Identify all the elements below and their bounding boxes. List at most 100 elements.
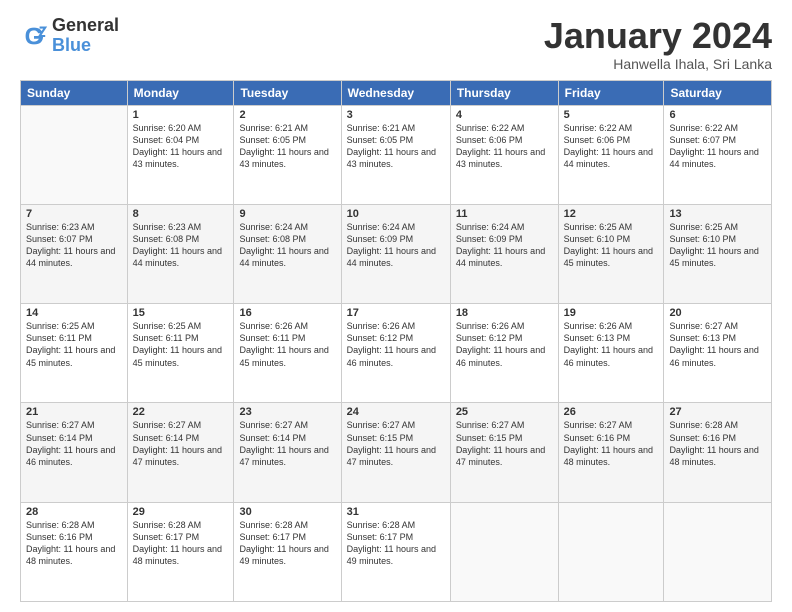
sunrise-text: Sunrise: 6:20 AM bbox=[133, 122, 229, 134]
sunset-text: Sunset: 6:05 PM bbox=[347, 134, 445, 146]
daylight-text: Daylight: 11 hours and 49 minutes. bbox=[347, 543, 445, 567]
cell-info: Sunrise: 6:24 AM Sunset: 6:09 PM Dayligh… bbox=[456, 221, 553, 270]
sunrise-text: Sunrise: 6:25 AM bbox=[133, 320, 229, 332]
table-row: 10 Sunrise: 6:24 AM Sunset: 6:09 PM Dayl… bbox=[341, 204, 450, 303]
logo: General Blue bbox=[20, 16, 119, 56]
sunset-text: Sunset: 6:11 PM bbox=[239, 332, 335, 344]
sunrise-text: Sunrise: 6:25 AM bbox=[669, 221, 766, 233]
day-number: 27 bbox=[669, 406, 766, 418]
table-row: 15 Sunrise: 6:25 AM Sunset: 6:11 PM Dayl… bbox=[127, 304, 234, 403]
daylight-text: Daylight: 11 hours and 44 minutes. bbox=[347, 245, 445, 269]
table-row: 27 Sunrise: 6:28 AM Sunset: 6:16 PM Dayl… bbox=[664, 403, 772, 502]
day-number: 6 bbox=[669, 109, 766, 121]
sunset-text: Sunset: 6:10 PM bbox=[564, 233, 659, 245]
cell-info: Sunrise: 6:22 AM Sunset: 6:06 PM Dayligh… bbox=[456, 122, 553, 171]
cell-info: Sunrise: 6:21 AM Sunset: 6:05 PM Dayligh… bbox=[347, 122, 445, 171]
table-row: 8 Sunrise: 6:23 AM Sunset: 6:08 PM Dayli… bbox=[127, 204, 234, 303]
day-number: 29 bbox=[133, 506, 229, 518]
daylight-text: Daylight: 11 hours and 44 minutes. bbox=[456, 245, 553, 269]
sunrise-text: Sunrise: 6:27 AM bbox=[239, 419, 335, 431]
calendar-week-row: 1 Sunrise: 6:20 AM Sunset: 6:04 PM Dayli… bbox=[21, 105, 772, 204]
cell-info: Sunrise: 6:25 AM Sunset: 6:10 PM Dayligh… bbox=[669, 221, 766, 270]
daylight-text: Daylight: 11 hours and 46 minutes. bbox=[347, 344, 445, 368]
sunset-text: Sunset: 6:05 PM bbox=[239, 134, 335, 146]
header-wednesday: Wednesday bbox=[341, 80, 450, 105]
day-number: 13 bbox=[669, 208, 766, 220]
day-number: 28 bbox=[26, 506, 122, 518]
sunset-text: Sunset: 6:13 PM bbox=[564, 332, 659, 344]
sunrise-text: Sunrise: 6:25 AM bbox=[26, 320, 122, 332]
logo-icon bbox=[20, 22, 48, 50]
table-row: 24 Sunrise: 6:27 AM Sunset: 6:15 PM Dayl… bbox=[341, 403, 450, 502]
sunrise-text: Sunrise: 6:24 AM bbox=[456, 221, 553, 233]
sunset-text: Sunset: 6:17 PM bbox=[347, 531, 445, 543]
daylight-text: Daylight: 11 hours and 47 minutes. bbox=[239, 444, 335, 468]
table-row: 25 Sunrise: 6:27 AM Sunset: 6:15 PM Dayl… bbox=[450, 403, 558, 502]
sunrise-text: Sunrise: 6:21 AM bbox=[239, 122, 335, 134]
sunrise-text: Sunrise: 6:22 AM bbox=[564, 122, 659, 134]
table-row: 4 Sunrise: 6:22 AM Sunset: 6:06 PM Dayli… bbox=[450, 105, 558, 204]
table-row: 2 Sunrise: 6:21 AM Sunset: 6:05 PM Dayli… bbox=[234, 105, 341, 204]
cell-info: Sunrise: 6:22 AM Sunset: 6:07 PM Dayligh… bbox=[669, 122, 766, 171]
daylight-text: Daylight: 11 hours and 43 minutes. bbox=[133, 146, 229, 170]
daylight-text: Daylight: 11 hours and 43 minutes. bbox=[456, 146, 553, 170]
calendar-week-row: 21 Sunrise: 6:27 AM Sunset: 6:14 PM Dayl… bbox=[21, 403, 772, 502]
daylight-text: Daylight: 11 hours and 45 minutes. bbox=[26, 344, 122, 368]
subtitle: Hanwella Ihala, Sri Lanka bbox=[544, 56, 772, 72]
day-number: 22 bbox=[133, 406, 229, 418]
sunset-text: Sunset: 6:14 PM bbox=[133, 432, 229, 444]
cell-info: Sunrise: 6:28 AM Sunset: 6:17 PM Dayligh… bbox=[239, 519, 335, 568]
table-row: 23 Sunrise: 6:27 AM Sunset: 6:14 PM Dayl… bbox=[234, 403, 341, 502]
sunset-text: Sunset: 6:06 PM bbox=[456, 134, 553, 146]
day-number: 9 bbox=[239, 208, 335, 220]
sunrise-text: Sunrise: 6:26 AM bbox=[564, 320, 659, 332]
page: General Blue January 2024 Hanwella Ihala… bbox=[0, 0, 792, 612]
day-number: 24 bbox=[347, 406, 445, 418]
table-row: 12 Sunrise: 6:25 AM Sunset: 6:10 PM Dayl… bbox=[558, 204, 664, 303]
day-number: 5 bbox=[564, 109, 659, 121]
table-row bbox=[664, 502, 772, 601]
table-row bbox=[558, 502, 664, 601]
table-row: 18 Sunrise: 6:26 AM Sunset: 6:12 PM Dayl… bbox=[450, 304, 558, 403]
cell-info: Sunrise: 6:27 AM Sunset: 6:13 PM Dayligh… bbox=[669, 320, 766, 369]
day-number: 7 bbox=[26, 208, 122, 220]
cell-info: Sunrise: 6:26 AM Sunset: 6:12 PM Dayligh… bbox=[456, 320, 553, 369]
sunset-text: Sunset: 6:11 PM bbox=[26, 332, 122, 344]
day-number: 11 bbox=[456, 208, 553, 220]
sunset-text: Sunset: 6:17 PM bbox=[239, 531, 335, 543]
table-row: 1 Sunrise: 6:20 AM Sunset: 6:04 PM Dayli… bbox=[127, 105, 234, 204]
cell-info: Sunrise: 6:25 AM Sunset: 6:11 PM Dayligh… bbox=[133, 320, 229, 369]
table-row bbox=[450, 502, 558, 601]
daylight-text: Daylight: 11 hours and 48 minutes. bbox=[133, 543, 229, 567]
calendar-header-row: Sunday Monday Tuesday Wednesday Thursday… bbox=[21, 80, 772, 105]
daylight-text: Daylight: 11 hours and 44 minutes. bbox=[26, 245, 122, 269]
day-number: 3 bbox=[347, 109, 445, 121]
daylight-text: Daylight: 11 hours and 46 minutes. bbox=[564, 344, 659, 368]
sunset-text: Sunset: 6:16 PM bbox=[564, 432, 659, 444]
day-number: 23 bbox=[239, 406, 335, 418]
sunrise-text: Sunrise: 6:28 AM bbox=[347, 519, 445, 531]
day-number: 10 bbox=[347, 208, 445, 220]
cell-info: Sunrise: 6:27 AM Sunset: 6:14 PM Dayligh… bbox=[239, 419, 335, 468]
header-thursday: Thursday bbox=[450, 80, 558, 105]
table-row: 30 Sunrise: 6:28 AM Sunset: 6:17 PM Dayl… bbox=[234, 502, 341, 601]
table-row: 26 Sunrise: 6:27 AM Sunset: 6:16 PM Dayl… bbox=[558, 403, 664, 502]
sunset-text: Sunset: 6:12 PM bbox=[456, 332, 553, 344]
daylight-text: Daylight: 11 hours and 44 minutes. bbox=[669, 146, 766, 170]
sunrise-text: Sunrise: 6:25 AM bbox=[564, 221, 659, 233]
daylight-text: Daylight: 11 hours and 44 minutes. bbox=[564, 146, 659, 170]
cell-info: Sunrise: 6:20 AM Sunset: 6:04 PM Dayligh… bbox=[133, 122, 229, 171]
daylight-text: Daylight: 11 hours and 47 minutes. bbox=[347, 444, 445, 468]
sunset-text: Sunset: 6:15 PM bbox=[456, 432, 553, 444]
calendar-week-row: 14 Sunrise: 6:25 AM Sunset: 6:11 PM Dayl… bbox=[21, 304, 772, 403]
title-block: January 2024 Hanwella Ihala, Sri Lanka bbox=[544, 16, 772, 72]
daylight-text: Daylight: 11 hours and 43 minutes. bbox=[347, 146, 445, 170]
header-sunday: Sunday bbox=[21, 80, 128, 105]
day-number: 15 bbox=[133, 307, 229, 319]
sunrise-text: Sunrise: 6:24 AM bbox=[239, 221, 335, 233]
day-number: 21 bbox=[26, 406, 122, 418]
daylight-text: Daylight: 11 hours and 45 minutes. bbox=[133, 344, 229, 368]
day-number: 17 bbox=[347, 307, 445, 319]
daylight-text: Daylight: 11 hours and 46 minutes. bbox=[669, 344, 766, 368]
cell-info: Sunrise: 6:27 AM Sunset: 6:14 PM Dayligh… bbox=[133, 419, 229, 468]
